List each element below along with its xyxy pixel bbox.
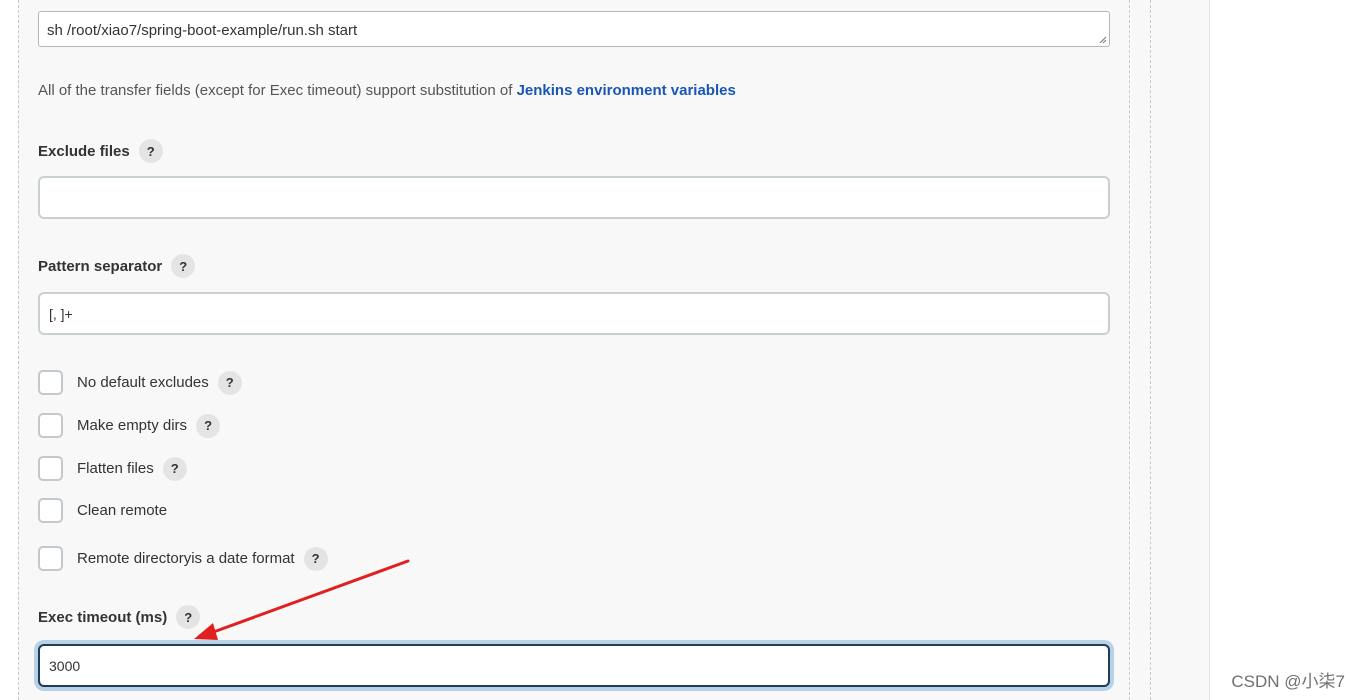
make-empty-dirs-checkbox[interactable] bbox=[38, 413, 63, 438]
csdn-watermark: CSDN @小柒7 bbox=[1231, 672, 1345, 691]
exec-timeout-label: Exec timeout (ms) bbox=[38, 608, 168, 626]
make-empty-dirs-label[interactable]: Make empty dirs bbox=[77, 417, 187, 434]
pattern-separator-input[interactable]: [, ]+ bbox=[38, 292, 1110, 335]
exec-timeout-label-row: Exec timeout (ms) ? bbox=[38, 605, 201, 629]
flatten-files-row: Flatten files ? bbox=[38, 456, 187, 481]
make-empty-dirs-help-icon[interactable]: ? bbox=[196, 413, 221, 438]
jenkins-env-vars-link[interactable]: Jenkins environment variables bbox=[517, 82, 736, 99]
no-default-excludes-checkbox[interactable] bbox=[38, 370, 63, 395]
exclude-files-help-icon[interactable]: ? bbox=[138, 139, 163, 163]
resize-handle-icon[interactable] bbox=[1099, 36, 1107, 44]
transfer-fields-info: All of the transfer fields (except for E… bbox=[38, 82, 736, 99]
transfer-info-text: All of the transfer fields (except for E… bbox=[38, 82, 517, 99]
remote-dir-date-format-label[interactable]: Remote directoryis a date format bbox=[77, 550, 295, 567]
exec-timeout-help-icon[interactable]: ? bbox=[176, 605, 201, 629]
exclude-files-label: Exclude files bbox=[38, 142, 130, 160]
flatten-files-label[interactable]: Flatten files bbox=[77, 460, 154, 477]
flatten-files-help-icon[interactable]: ? bbox=[162, 456, 187, 481]
pattern-separator-help-icon[interactable]: ? bbox=[171, 254, 196, 278]
exec-command-value: sh /root/xiao7/spring-boot-example/run.s… bbox=[47, 22, 358, 39]
no-default-excludes-help-icon[interactable]: ? bbox=[217, 370, 242, 395]
remote-dir-date-format-row: Remote directoryis a date format ? bbox=[38, 546, 328, 571]
clean-remote-row: Clean remote bbox=[38, 497, 167, 523]
left-margin bbox=[0, 0, 18, 700]
clean-remote-checkbox[interactable] bbox=[38, 497, 63, 523]
pattern-separator-value: [, ]+ bbox=[49, 305, 73, 322]
pattern-separator-label: Pattern separator bbox=[38, 257, 163, 275]
exec-command-textarea[interactable]: sh /root/xiao7/spring-boot-example/run.s… bbox=[38, 11, 1110, 47]
panel-gutter bbox=[1131, 0, 1150, 700]
no-default-excludes-row: No default excludes ? bbox=[38, 370, 242, 395]
pattern-separator-label-row: Pattern separator ? bbox=[38, 254, 196, 278]
exclude-files-input[interactable] bbox=[38, 176, 1110, 219]
make-empty-dirs-row: Make empty dirs ? bbox=[38, 413, 221, 438]
outer-panel bbox=[1151, 0, 1171, 700]
publisher-config-panel bbox=[18, 0, 1130, 700]
clean-remote-label[interactable]: Clean remote bbox=[77, 502, 167, 519]
flatten-files-checkbox[interactable] bbox=[38, 456, 63, 481]
outer-panel-edge bbox=[1171, 0, 1210, 700]
exec-timeout-value: 3000 bbox=[49, 657, 81, 674]
remote-dir-date-format-checkbox[interactable] bbox=[38, 546, 63, 571]
exec-timeout-input[interactable]: 3000 bbox=[38, 644, 1110, 687]
no-default-excludes-label[interactable]: No default excludes bbox=[77, 374, 209, 391]
remote-dir-date-format-help-icon[interactable]: ? bbox=[303, 546, 328, 571]
exclude-files-label-row: Exclude files ? bbox=[38, 139, 163, 163]
